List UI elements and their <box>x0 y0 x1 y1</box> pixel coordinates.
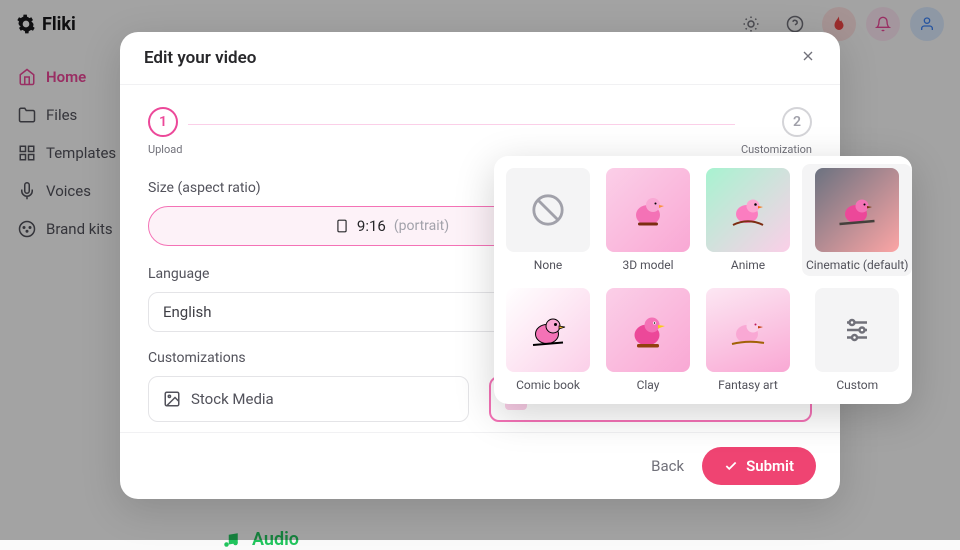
style-option-label: Clay <box>637 378 660 392</box>
style-option-custom[interactable]: Custom <box>802 284 912 396</box>
style-thumb <box>815 168 899 252</box>
style-option-label: Anime <box>731 258 765 272</box>
sliders-icon <box>815 288 899 372</box>
phone-icon <box>335 217 349 235</box>
language-value: English <box>163 303 212 321</box>
style-option-3d-model[interactable]: 3D model <box>602 164 694 276</box>
close-button[interactable] <box>800 48 816 68</box>
none-icon <box>506 168 590 252</box>
style-option-label: Custom <box>836 378 878 392</box>
style-option-label: None <box>534 258 562 272</box>
stock-media-label: Stock Media <box>191 390 274 408</box>
style-thumb <box>506 288 590 372</box>
image-icon <box>163 390 181 408</box>
size-note: (portrait) <box>394 218 449 234</box>
size-ratio: 9:16 <box>357 217 386 235</box>
step-2[interactable]: 2 <box>782 107 812 137</box>
modal-title: Edit your video <box>144 48 256 68</box>
close-icon <box>800 48 816 64</box>
style-thumb <box>706 168 790 252</box>
step-1[interactable]: 1 <box>148 107 178 137</box>
style-option-label: Comic book <box>516 378 580 392</box>
stepper: 1 Upload 2 Customization <box>148 107 812 156</box>
style-option-none[interactable]: None <box>502 164 594 276</box>
style-thumb <box>606 168 690 252</box>
style-option-comic-book[interactable]: Comic book <box>502 284 594 396</box>
style-popover: None 3D model Anime Cinematic (default) … <box>494 156 912 404</box>
style-option-cinematic[interactable]: Cinematic (default) <box>802 164 912 276</box>
style-option-label: 3D model <box>622 258 673 272</box>
submit-button[interactable]: Submit <box>702 447 816 485</box>
style-option-label: Fantasy art <box>718 378 778 392</box>
step-2-label: Customization <box>741 143 812 156</box>
style-option-clay[interactable]: Clay <box>602 284 694 396</box>
step-1-label: Upload <box>148 143 182 156</box>
style-option-label: Cinematic (default) <box>806 258 908 272</box>
style-thumb <box>706 288 790 372</box>
back-button[interactable]: Back <box>651 457 684 475</box>
check-icon <box>724 459 738 473</box>
style-option-fantasy-art[interactable]: Fantasy art <box>702 284 794 396</box>
stock-media-option[interactable]: Stock Media <box>148 376 469 422</box>
step-divider <box>188 124 734 125</box>
style-option-anime[interactable]: Anime <box>702 164 794 276</box>
submit-label: Submit <box>746 457 794 475</box>
style-thumb <box>606 288 690 372</box>
